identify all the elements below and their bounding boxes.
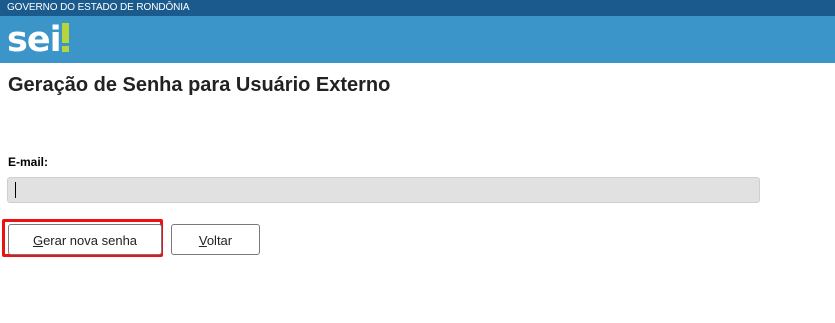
brand-bar [0,16,835,63]
generate-accesskey-letter: G [32,233,44,248]
generate-button-label: erar nova senha [43,233,138,248]
generate-password-button[interactable]: Gerar nova senha [8,224,162,255]
back-accesskey-letter: V [198,233,207,248]
logo-text: sei [7,20,61,58]
logo-exclamation-bar [62,23,69,43]
government-bar: GOVERNO DO ESTADO DE RONDÔNIA [0,0,835,16]
page-title: Geração de Senha para Usuário Externo [8,74,391,96]
logo-exclamation-dot [62,46,69,52]
email-input[interactable] [7,177,760,203]
sei-logo[interactable]: sei [6,18,70,58]
email-label: E-mail: [8,155,49,169]
back-button-label: oltar [206,233,233,248]
text-cursor [15,182,16,198]
back-button[interactable]: Voltar [171,224,260,255]
government-name: GOVERNO DO ESTADO DE RONDÔNIA [7,2,190,13]
